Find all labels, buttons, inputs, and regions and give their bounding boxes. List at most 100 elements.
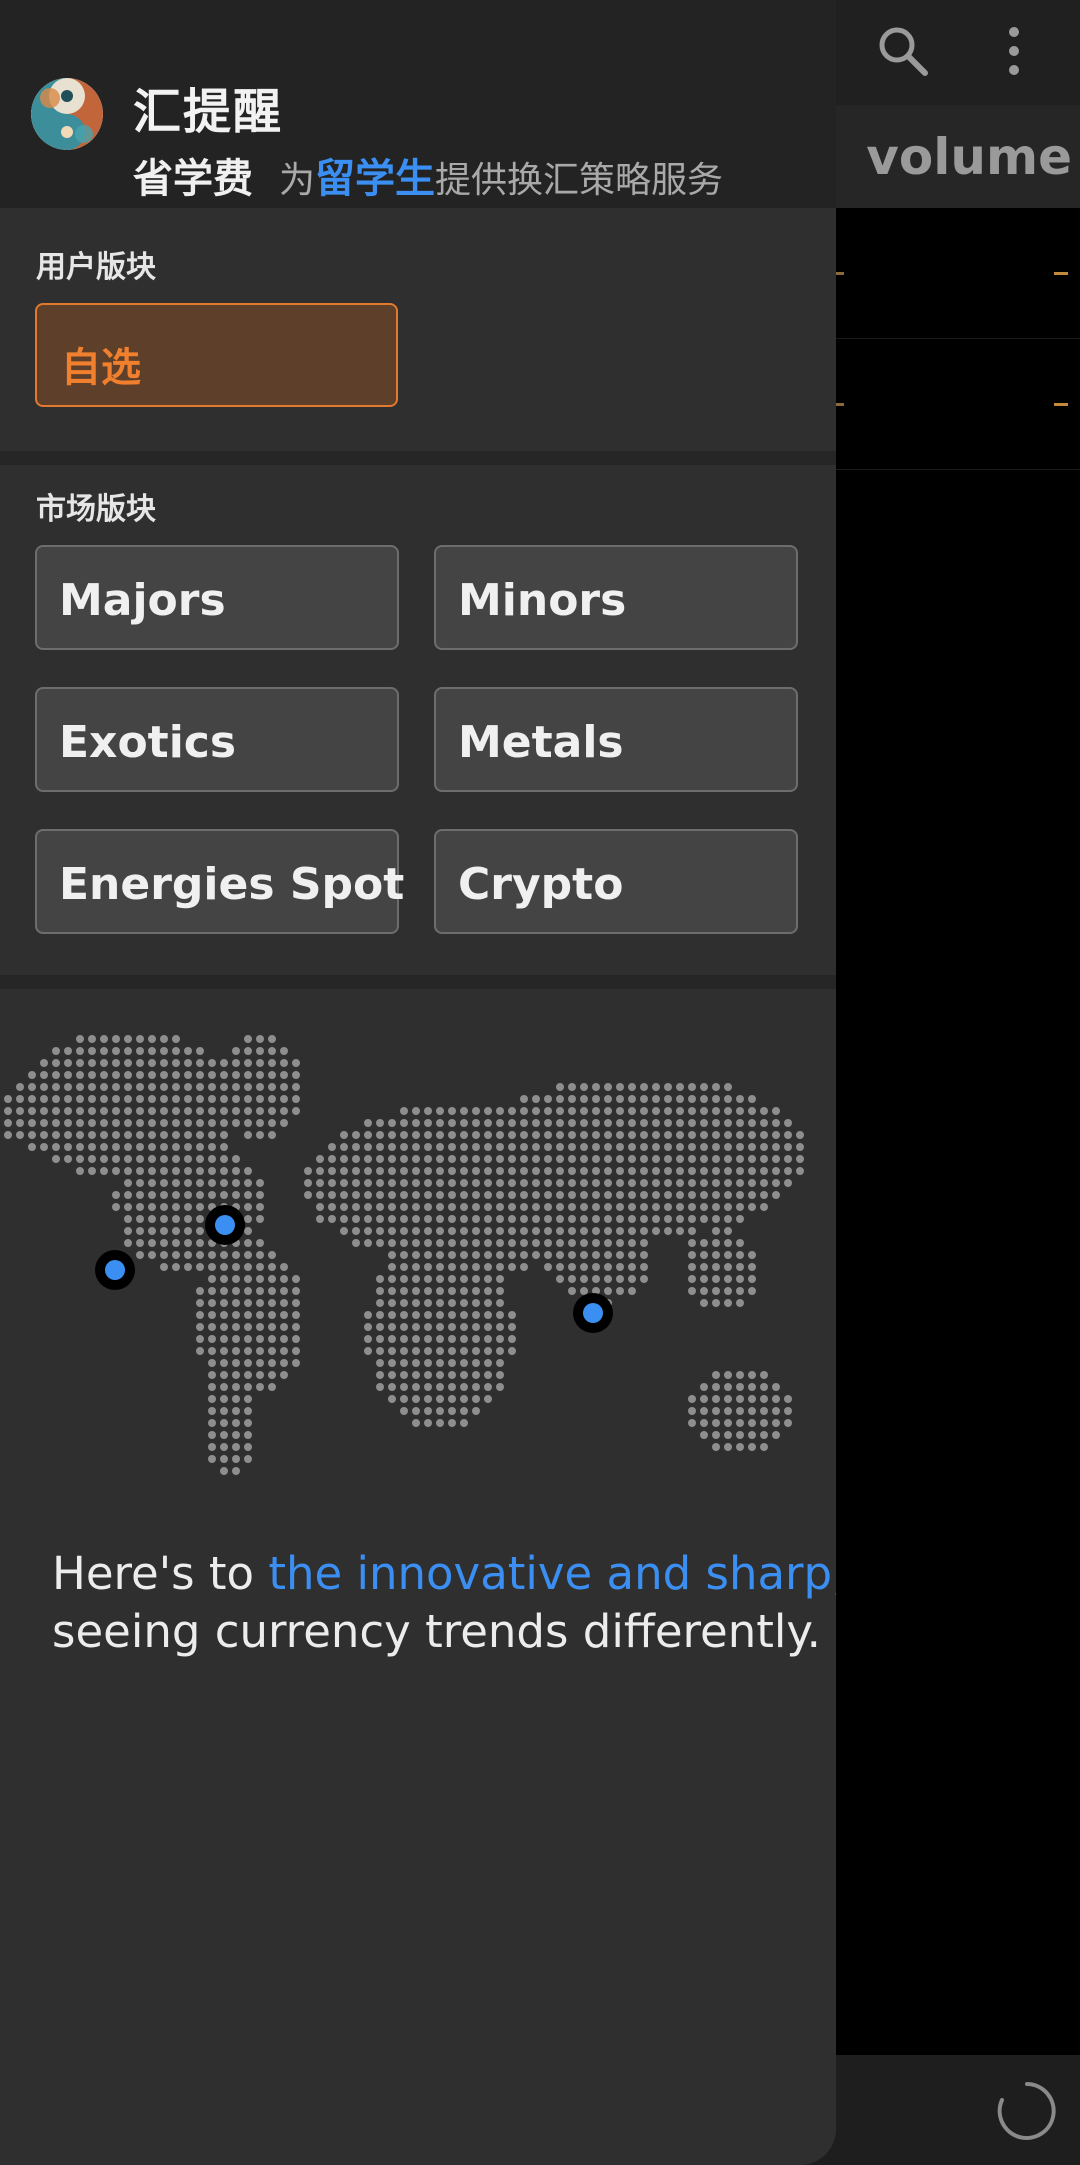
map-dot bbox=[52, 1155, 60, 1163]
market-button-energies-spot[interactable]: Energies Spot bbox=[35, 829, 404, 934]
map-dot bbox=[772, 1179, 780, 1187]
map-dot bbox=[256, 1191, 264, 1199]
map-dot bbox=[472, 1119, 480, 1127]
table-row[interactable] bbox=[836, 208, 1080, 339]
map-dot bbox=[508, 1251, 516, 1259]
map-dot bbox=[436, 1155, 444, 1163]
map-dot bbox=[748, 1179, 756, 1187]
map-dot bbox=[268, 1335, 276, 1343]
map-dot bbox=[376, 1179, 384, 1187]
user-section-title: 用户版块 bbox=[36, 250, 156, 285]
map-dot bbox=[124, 1083, 132, 1091]
map-dot bbox=[160, 1227, 168, 1235]
search-icon[interactable] bbox=[876, 24, 928, 76]
map-dot bbox=[400, 1143, 408, 1151]
map-dot bbox=[652, 1107, 660, 1115]
map-dot bbox=[568, 1155, 576, 1163]
map-dot bbox=[736, 1431, 744, 1439]
map-dot bbox=[64, 1107, 72, 1115]
map-dot bbox=[700, 1095, 708, 1103]
market-button-label: Minors bbox=[458, 575, 627, 626]
map-dot bbox=[508, 1155, 516, 1163]
market-button-minors[interactable]: Minors bbox=[434, 545, 798, 650]
market-button-label: Crypto bbox=[458, 859, 624, 910]
map-dot bbox=[700, 1191, 708, 1199]
map-dot bbox=[652, 1143, 660, 1151]
map-dot bbox=[76, 1035, 84, 1043]
map-dot bbox=[748, 1431, 756, 1439]
map-dot bbox=[496, 1359, 504, 1367]
map-dot bbox=[568, 1227, 576, 1235]
map-dot bbox=[460, 1251, 468, 1259]
map-dot bbox=[748, 1191, 756, 1199]
map-dot bbox=[568, 1215, 576, 1223]
map-dot bbox=[124, 1167, 132, 1175]
map-dot bbox=[376, 1323, 384, 1331]
map-dot bbox=[472, 1143, 480, 1151]
map-dot bbox=[136, 1227, 144, 1235]
more-vert-icon[interactable] bbox=[1003, 26, 1025, 76]
table-row[interactable] bbox=[836, 339, 1080, 470]
market-button-exotics[interactable]: Exotics bbox=[35, 687, 399, 792]
map-dot bbox=[196, 1155, 204, 1163]
map-dot bbox=[616, 1095, 624, 1103]
map-dot bbox=[604, 1179, 612, 1187]
volume-column-header[interactable]: volume bbox=[866, 128, 1072, 186]
map-dot bbox=[28, 1083, 36, 1091]
map-dot bbox=[724, 1395, 732, 1403]
map-dot bbox=[412, 1419, 420, 1427]
map-dot bbox=[40, 1095, 48, 1103]
map-dot bbox=[496, 1179, 504, 1187]
map-dot bbox=[232, 1107, 240, 1115]
favorites-button[interactable]: 自选 bbox=[35, 303, 398, 407]
map-dot bbox=[184, 1263, 192, 1271]
map-dot bbox=[484, 1335, 492, 1343]
map-dot bbox=[244, 1095, 252, 1103]
map-dot bbox=[76, 1071, 84, 1079]
map-dot bbox=[184, 1119, 192, 1127]
map-dot bbox=[268, 1131, 276, 1139]
map-dot bbox=[436, 1215, 444, 1223]
map-dot bbox=[640, 1119, 648, 1127]
map-dot bbox=[184, 1251, 192, 1259]
map-dot bbox=[364, 1143, 372, 1151]
map-dot bbox=[784, 1419, 792, 1427]
map-dot bbox=[76, 1095, 84, 1103]
map-dot bbox=[208, 1335, 216, 1343]
map-dot bbox=[616, 1119, 624, 1127]
map-dot bbox=[664, 1227, 672, 1235]
map-dot bbox=[424, 1107, 432, 1115]
map-dot bbox=[460, 1239, 468, 1247]
map-dot bbox=[196, 1071, 204, 1079]
map-dot bbox=[700, 1155, 708, 1163]
map-dot bbox=[604, 1143, 612, 1151]
map-dot bbox=[736, 1191, 744, 1199]
market-button-crypto[interactable]: Crypto bbox=[434, 829, 798, 934]
map-dot bbox=[736, 1179, 744, 1187]
map-dot bbox=[280, 1323, 288, 1331]
map-dot bbox=[400, 1311, 408, 1319]
map-dot bbox=[148, 1095, 156, 1103]
map-dot bbox=[244, 1107, 252, 1115]
map-dot bbox=[712, 1131, 720, 1139]
map-dot bbox=[628, 1239, 636, 1247]
market-button-metals[interactable]: Metals bbox=[434, 687, 798, 792]
map-dot bbox=[364, 1227, 372, 1235]
map-dot bbox=[760, 1371, 768, 1379]
map-dot bbox=[244, 1407, 252, 1415]
map-dot bbox=[196, 1239, 204, 1247]
map-dot bbox=[232, 1167, 240, 1175]
map-dot bbox=[172, 1155, 180, 1163]
map-dot bbox=[760, 1119, 768, 1127]
map-dot bbox=[544, 1239, 552, 1247]
map-dot bbox=[244, 1287, 252, 1295]
market-button-majors[interactable]: Majors bbox=[35, 545, 399, 650]
map-dot bbox=[616, 1107, 624, 1115]
map-dot bbox=[352, 1131, 360, 1139]
map-dot bbox=[676, 1131, 684, 1139]
map-dot bbox=[388, 1203, 396, 1211]
map-dot bbox=[64, 1143, 72, 1151]
map-dot bbox=[496, 1251, 504, 1259]
map-dot bbox=[124, 1035, 132, 1043]
map-dot bbox=[184, 1239, 192, 1247]
